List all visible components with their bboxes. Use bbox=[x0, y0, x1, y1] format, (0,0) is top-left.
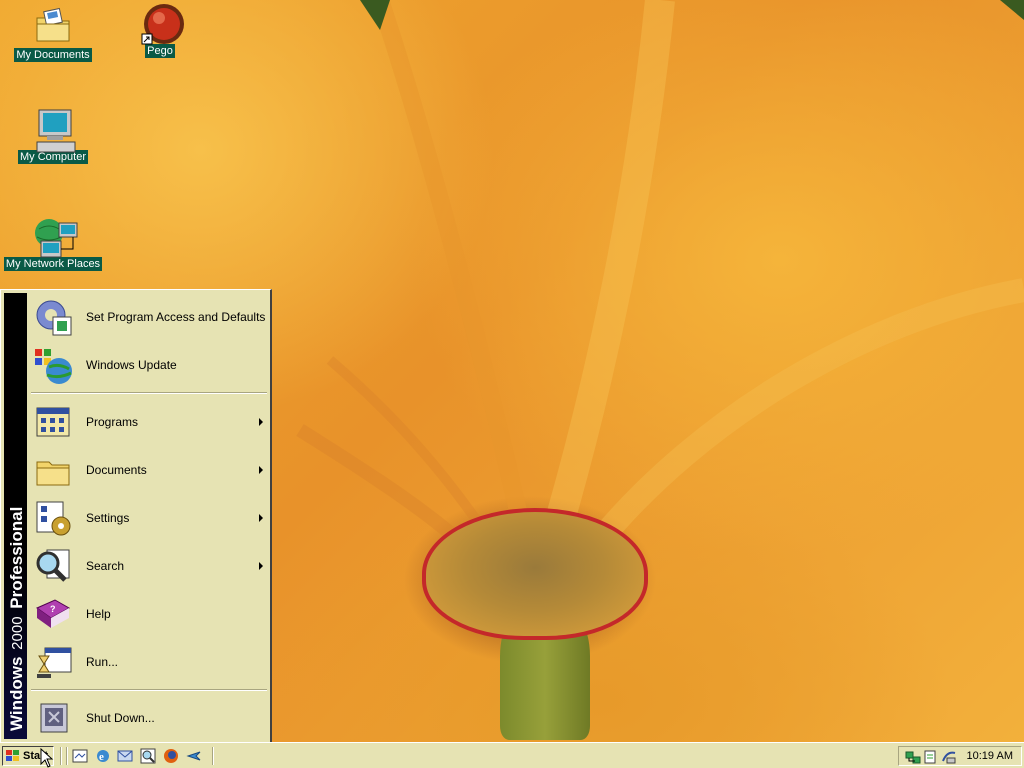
menu-item-set-program-access[interactable]: Set Program Access and Defaults bbox=[29, 294, 269, 340]
taskbar-clock: 10:19 AM bbox=[966, 750, 1013, 762]
folder-icon bbox=[33, 6, 73, 46]
menu-item-settings[interactable]: Settings bbox=[29, 495, 269, 541]
menu-item-shut-down[interactable]: Shut Down... bbox=[29, 695, 269, 741]
shutdown-icon bbox=[33, 698, 73, 738]
submenu-arrow-icon bbox=[259, 514, 263, 522]
firefox-icon[interactable] bbox=[163, 748, 179, 764]
network-icon[interactable] bbox=[905, 749, 921, 765]
banner-edition: Professional bbox=[7, 507, 26, 609]
desktop-icon-my-computer[interactable]: My Computer bbox=[3, 108, 103, 164]
internet-explorer-icon[interactable]: e bbox=[95, 748, 111, 764]
volume-icon[interactable] bbox=[923, 749, 939, 765]
menu-item-help[interactable]: ? Help bbox=[29, 591, 269, 637]
taskbar: Start e 10:19 AM bbox=[0, 742, 1024, 768]
start-menu-banner: Windows 2000 Professional bbox=[4, 293, 27, 739]
submenu-arrow-icon bbox=[259, 562, 263, 570]
desktop-icon-my-network-places[interactable]: My Network Places bbox=[3, 215, 103, 271]
desktop-icon-pego[interactable]: Pego bbox=[110, 2, 210, 58]
help-book-icon: ? bbox=[33, 594, 73, 634]
arrow-icon[interactable] bbox=[186, 748, 202, 764]
run-icon bbox=[33, 642, 73, 682]
computer-icon bbox=[33, 108, 76, 153]
program-access-icon bbox=[33, 297, 73, 337]
pego-shortcut-icon bbox=[140, 2, 184, 45]
windows-logo-icon bbox=[6, 750, 19, 761]
network-places-icon bbox=[33, 215, 78, 258]
menu-item-search[interactable]: Search bbox=[29, 543, 269, 589]
windows-update-icon bbox=[33, 345, 73, 385]
submenu-arrow-icon bbox=[259, 418, 263, 426]
flower-center bbox=[422, 508, 648, 640]
search-icon bbox=[33, 546, 73, 586]
banner-version: 2000 bbox=[9, 616, 26, 649]
mouse-cursor-icon bbox=[40, 748, 54, 768]
svg-text:Windows 2000: Windows 2000 Professional bbox=[7, 507, 26, 731]
menu-item-documents[interactable]: Documents bbox=[29, 447, 269, 493]
programs-icon bbox=[33, 402, 73, 442]
documents-folder-icon bbox=[33, 450, 73, 490]
system-tray: 10:19 AM bbox=[898, 746, 1022, 766]
menu-item-run[interactable]: Run... bbox=[29, 639, 269, 685]
banner-brand: Windows bbox=[7, 657, 26, 731]
svg-text:e: e bbox=[99, 751, 104, 763]
svg-text:?: ? bbox=[50, 604, 56, 614]
start-menu: Windows 2000 Professional Set Program Ac… bbox=[0, 289, 272, 744]
submenu-arrow-icon bbox=[259, 466, 263, 474]
desktop-icon-label: Pego bbox=[145, 44, 175, 58]
connection-icon[interactable] bbox=[941, 749, 957, 765]
outlook-express-icon[interactable] bbox=[117, 748, 133, 764]
menu-separator bbox=[31, 392, 267, 394]
show-desktop-icon[interactable] bbox=[72, 748, 88, 764]
media-icon[interactable] bbox=[140, 748, 156, 764]
taskbar-divider bbox=[212, 747, 214, 765]
menu-item-windows-update[interactable]: Windows Update bbox=[29, 342, 269, 388]
desktop-icon-label: My Documents bbox=[14, 48, 92, 62]
taskbar-divider bbox=[66, 747, 68, 765]
taskbar-divider bbox=[60, 747, 62, 765]
desktop-icon-my-documents[interactable]: My Documents bbox=[3, 6, 103, 62]
menu-item-programs[interactable]: Programs bbox=[29, 399, 269, 445]
menu-separator bbox=[31, 689, 267, 691]
settings-icon bbox=[33, 498, 73, 538]
